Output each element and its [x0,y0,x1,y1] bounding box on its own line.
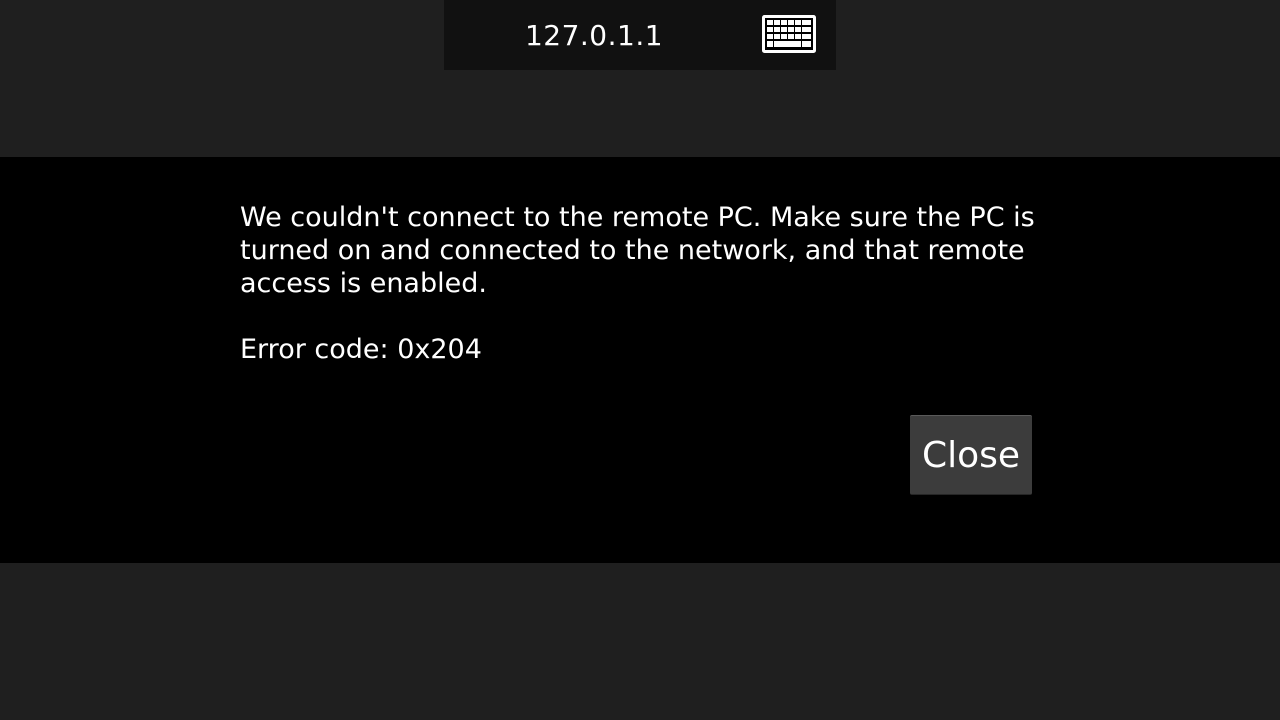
error-dialog: We couldn't connect to the remote PC. Ma… [0,157,1280,563]
remote-desktop-screen: 127.0.1.1 We couldn't connect to the rem… [0,0,1280,720]
keyboard-button[interactable] [761,14,817,54]
error-message: We couldn't connect to the remote PC. Ma… [240,202,1035,299]
error-code: Error code: 0x204 [240,334,482,365]
host-address: 127.0.1.1 [524,19,664,52]
close-button[interactable]: Close [910,415,1032,495]
connection-bar: 127.0.1.1 [444,0,836,70]
keyboard-icon [762,15,816,53]
